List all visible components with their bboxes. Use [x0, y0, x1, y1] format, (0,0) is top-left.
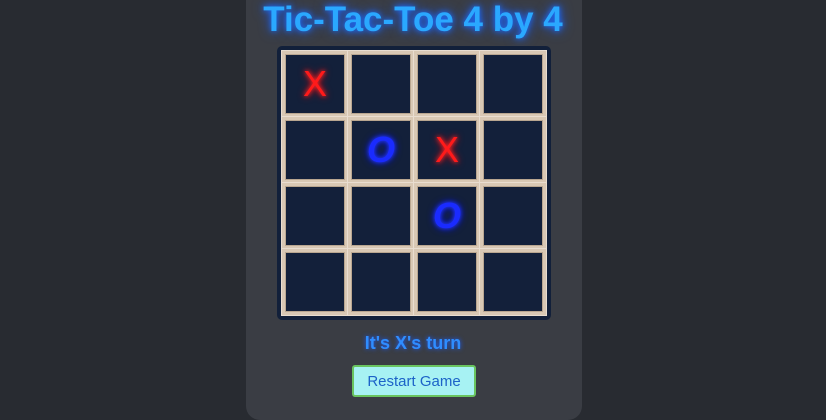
cell-r4-c3[interactable] [414, 249, 480, 315]
cell-r2-c1[interactable] [282, 117, 348, 183]
cell-r1-c1[interactable]: X [282, 51, 348, 117]
cell-r4-c2[interactable] [348, 249, 414, 315]
restart-game-button[interactable]: Restart Game [352, 365, 476, 397]
cell-mark: O [432, 195, 461, 236]
cell-r2-c4[interactable] [480, 117, 546, 183]
cell-r1-c2[interactable] [348, 51, 414, 117]
turn-status: It's X's turn [364, 333, 462, 353]
game-title: Tic-Tac-Toe 4 by 4 [263, 0, 563, 39]
board-grid: X O X O [282, 51, 546, 315]
cell-r1-c3[interactable] [414, 51, 480, 117]
cell-r1-c4[interactable] [480, 51, 546, 117]
cell-r3-c2[interactable] [348, 183, 414, 249]
game-board: X O X O [277, 46, 551, 320]
cell-r2-c2[interactable]: O [348, 117, 414, 183]
cell-r4-c1[interactable] [282, 249, 348, 315]
cell-r3-c1[interactable] [282, 183, 348, 249]
cell-mark: X [302, 63, 327, 104]
cell-mark: X [434, 129, 459, 170]
cell-r2-c3[interactable]: X [414, 117, 480, 183]
cell-mark: O [366, 129, 395, 170]
cell-r3-c4[interactable] [480, 183, 546, 249]
cell-r3-c3[interactable]: O [414, 183, 480, 249]
cell-r4-c4[interactable] [480, 249, 546, 315]
